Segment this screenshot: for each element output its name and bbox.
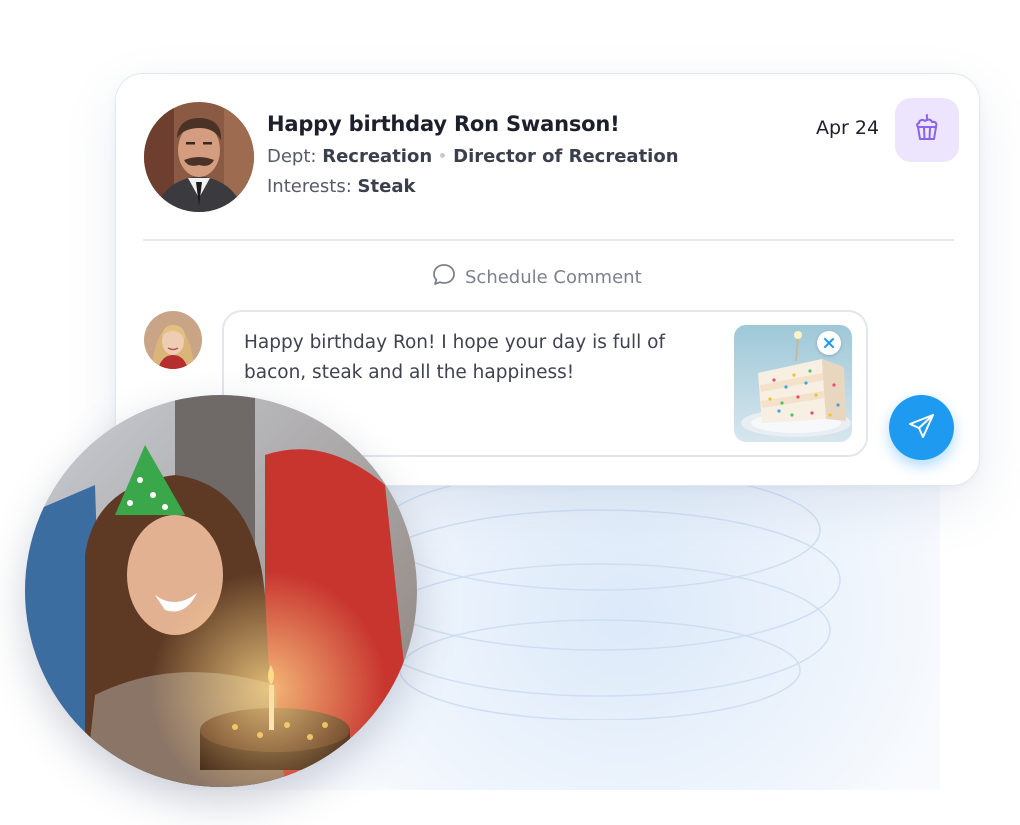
comment-text[interactable]: Happy birthday Ron! I hope your day is f…	[244, 328, 714, 388]
post-date: Apr 24	[816, 117, 880, 139]
schedule-comment-label: Schedule Comment	[465, 267, 642, 288]
dept-label: Dept:	[267, 146, 317, 167]
divider	[143, 239, 954, 241]
role-value: Director of Recreation	[453, 146, 679, 167]
post-title: Happy birthday Ron Swanson!	[267, 112, 620, 136]
commenter-avatar	[144, 311, 202, 369]
birthday-badge	[895, 98, 959, 162]
cupcake-icon	[911, 112, 943, 148]
remove-attachment-button[interactable]	[817, 331, 841, 355]
interests-value: Steak	[357, 176, 416, 197]
attachment-cake-image	[734, 325, 852, 442]
dept-line: Dept: Recreation Director of Recreation	[267, 146, 679, 167]
separator-dot	[440, 153, 446, 158]
send-button[interactable]	[889, 395, 954, 460]
speech-bubble-icon	[431, 262, 457, 293]
party-photo	[25, 395, 417, 787]
close-icon	[823, 334, 835, 353]
avatar-ron-swanson	[144, 102, 254, 212]
interests-label: Interests:	[267, 176, 352, 197]
paper-plane-icon	[907, 411, 937, 445]
schedule-comment-button[interactable]: Schedule Comment	[431, 262, 642, 293]
dept-value: Recreation	[322, 146, 433, 167]
interests-line: Interests: Steak	[267, 176, 415, 197]
